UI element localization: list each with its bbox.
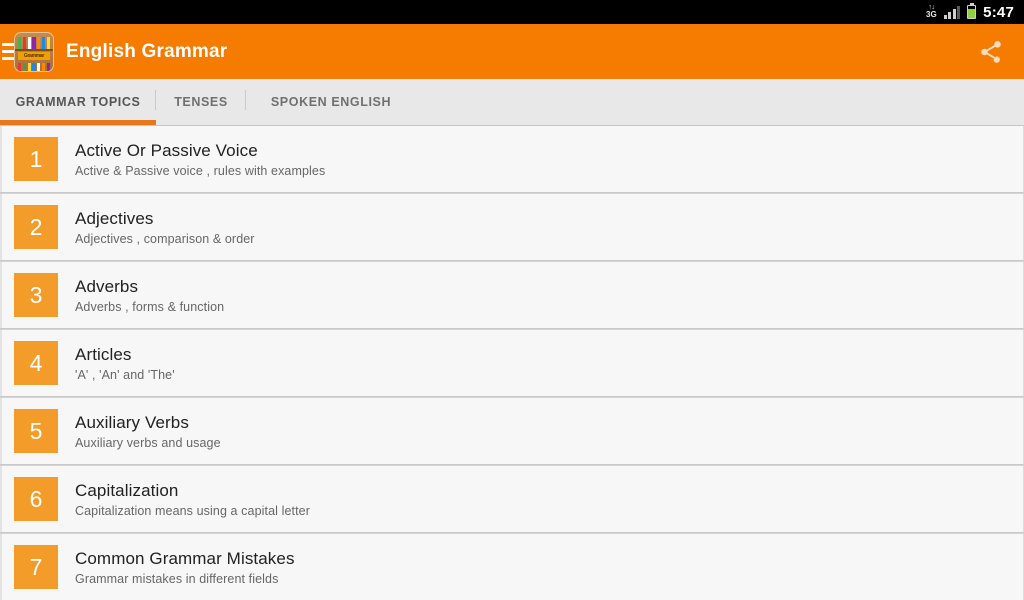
status-bar: ↑↓ 3G 5:47 (0, 0, 1024, 24)
active-tab-indicator (0, 120, 156, 125)
tab-spoken-english-label: SPOKEN ENGLISH (270, 95, 392, 109)
tab-grammar-topics-label: GRAMMAR TOPICS (15, 95, 141, 109)
row-number-badge: 6 (14, 477, 58, 521)
tab-tenses-label: TENSES (174, 95, 228, 109)
row-subtitle: Active & Passive voice , rules with exam… (75, 163, 326, 178)
row-title: Adverbs (75, 276, 139, 296)
status-bar-clock: 5:47 (983, 3, 1014, 21)
app-icon-label: Grammar (18, 51, 50, 60)
row-title: Active Or Passive Voice (75, 140, 258, 160)
row-title: Auxiliary Verbs (75, 412, 189, 432)
table-row[interactable]: 6 Capitalization Capitalization means us… (0, 466, 1024, 532)
row-number-badge: 7 (14, 545, 58, 589)
row-text: Articles 'A' , 'An' and 'The' (75, 345, 175, 382)
grammar-topics-list[interactable]: 1 Active Or Passive Voice Active & Passi… (0, 126, 1024, 600)
row-text: Active Or Passive Voice Active & Passive… (75, 141, 325, 178)
table-row[interactable]: 5 Auxiliary Verbs Auxiliary verbs and us… (0, 398, 1024, 464)
row-subtitle: Adverbs , forms & function (75, 299, 225, 314)
row-subtitle: 'A' , 'An' and 'The' (75, 367, 175, 382)
table-row[interactable]: 3 Adverbs Adverbs , forms & function (0, 262, 1024, 328)
row-text: Adjectives Adjectives , comparison & ord… (75, 209, 255, 246)
page-title: English Grammar (66, 40, 228, 62)
app-icon-shelf-bottom (18, 62, 50, 71)
signal-bars-icon (943, 5, 961, 19)
table-row[interactable]: 4 Articles 'A' , 'An' and 'The' (0, 330, 1024, 396)
battery-icon (967, 2, 977, 19)
table-row[interactable]: 7 Common Grammar Mistakes Grammar mistak… (0, 534, 1024, 600)
row-subtitle: Grammar mistakes in different fields (75, 571, 279, 586)
row-subtitle: Auxiliary verbs and usage (75, 435, 221, 450)
row-text: Adverbs Adverbs , forms & function (75, 277, 224, 314)
bookshelf-app-icon: Grammar (14, 31, 54, 72)
app-icon-shelf-top (15, 36, 53, 51)
row-title: Common Grammar Mistakes (75, 548, 295, 568)
row-number-badge: 3 (14, 273, 58, 317)
tab-tenses[interactable]: TENSES (156, 79, 246, 125)
data-network-label: 3G (926, 10, 937, 19)
row-text: Capitalization Capitalization means usin… (75, 481, 310, 518)
mobile-data-icon: ↑↓ 3G (926, 4, 937, 20)
tab-grammar-topics[interactable]: GRAMMAR TOPICS (0, 79, 156, 125)
share-icon[interactable] (976, 37, 1006, 67)
row-number-badge: 5 (14, 409, 58, 453)
row-subtitle: Capitalization means using a capital let… (75, 503, 310, 518)
action-bar: Grammar English Grammar (0, 24, 1024, 79)
row-subtitle: Adjectives , comparison & order (75, 231, 255, 246)
row-number-badge: 2 (14, 205, 58, 249)
table-row[interactable]: 2 Adjectives Adjectives , comparison & o… (0, 194, 1024, 260)
row-text: Common Grammar Mistakes Grammar mistakes… (75, 549, 295, 586)
row-number-badge: 4 (14, 341, 58, 385)
row-title: Capitalization (75, 480, 179, 500)
row-title: Articles (75, 344, 132, 364)
row-text: Auxiliary Verbs Auxiliary verbs and usag… (75, 413, 221, 450)
row-title: Adjectives (75, 208, 154, 228)
table-row[interactable]: 1 Active Or Passive Voice Active & Passi… (0, 126, 1024, 192)
tab-spoken-english[interactable]: SPOKEN ENGLISH (246, 79, 416, 125)
tab-bar: GRAMMAR TOPICS TENSES SPOKEN ENGLISH (0, 79, 1024, 126)
row-number-badge: 1 (14, 137, 58, 181)
